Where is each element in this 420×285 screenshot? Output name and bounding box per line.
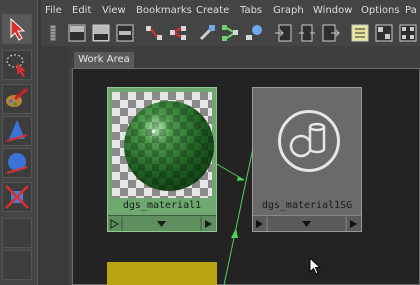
connection-line[interactable] [223, 147, 254, 285]
node-port-bar [108, 215, 216, 231]
mouse-cursor-icon [309, 257, 322, 275]
partial-node[interactable] [107, 262, 217, 285]
specular-highlight [152, 130, 155, 133]
expand-arrow-icon[interactable] [157, 221, 166, 227]
input-port-icon[interactable] [110, 219, 120, 229]
input-port-icon[interactable] [256, 220, 263, 228]
node-name-label: dgs_material1SG [261, 200, 353, 211]
node-port-bar [253, 215, 361, 231]
connection-arrow-icon [231, 228, 238, 238]
output-port-icon[interactable] [350, 220, 357, 228]
output-port-icon[interactable] [205, 220, 212, 228]
material-preview-sphere [124, 101, 214, 191]
shading-group-icon [278, 110, 340, 172]
expand-arrow-icon[interactable] [302, 221, 311, 227]
material-node[interactable]: dgs_material1 [107, 87, 217, 232]
material-swatch [112, 92, 214, 198]
shading-group-node[interactable]: dgs_material1SG [252, 87, 362, 232]
node-name-label: dgs_material1 [122, 200, 202, 211]
